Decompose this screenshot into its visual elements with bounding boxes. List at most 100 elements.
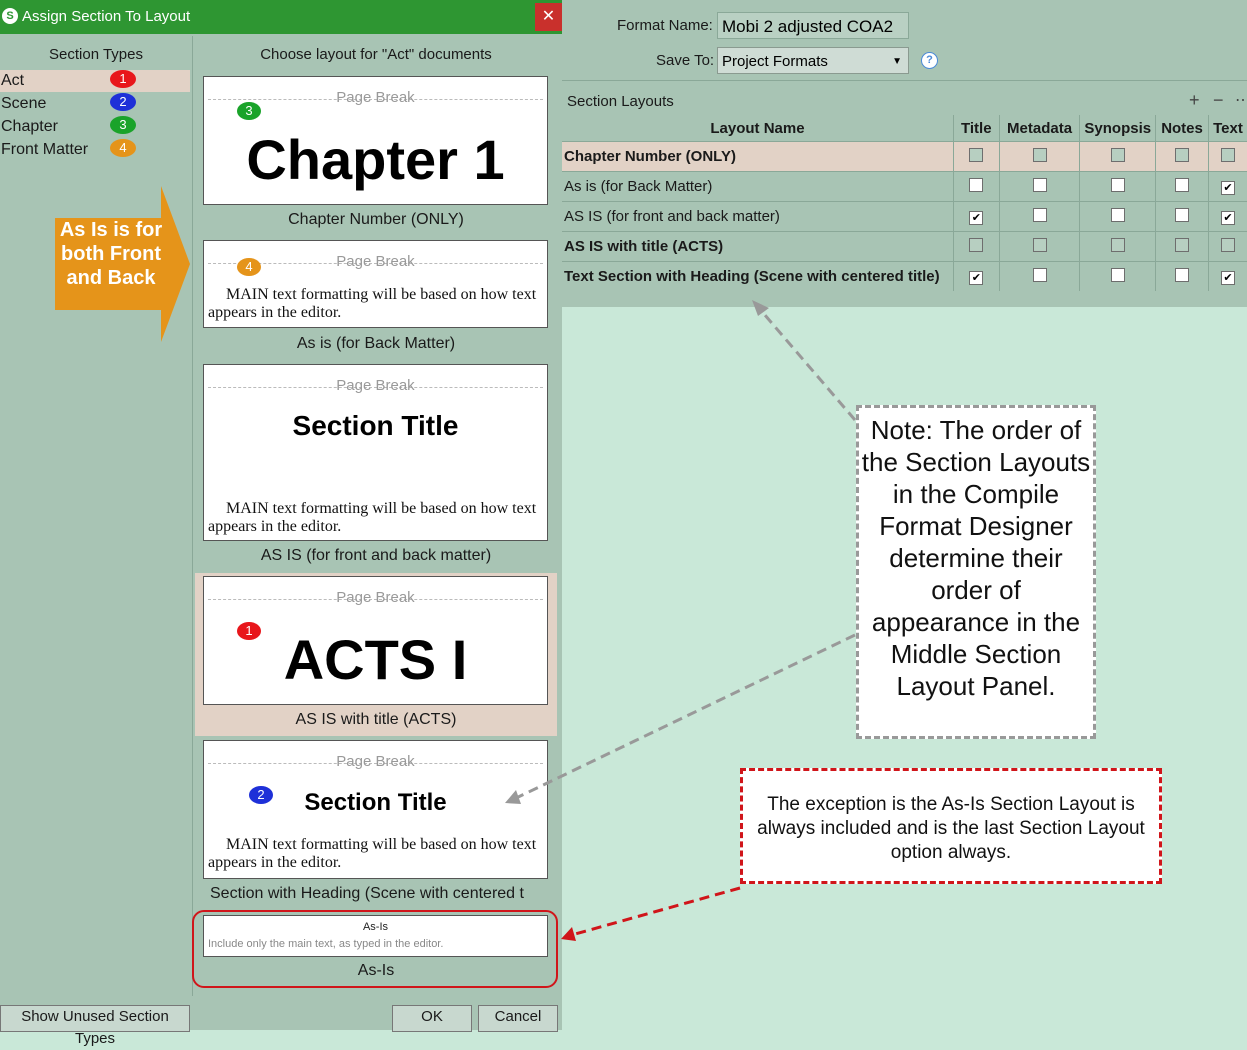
- col-title[interactable]: Title: [953, 115, 1000, 142]
- col-text[interactable]: Text: [1208, 115, 1247, 142]
- section-type-badge: 2: [110, 93, 136, 111]
- checkbox[interactable]: [1032, 177, 1047, 192]
- section-type-label: Chapter: [1, 118, 58, 135]
- col-layout-name[interactable]: Layout Name: [562, 115, 954, 142]
- checkbox-cell: ✔: [1208, 171, 1247, 202]
- checkbox[interactable]: [1032, 207, 1047, 222]
- table-row[interactable]: Text Section with Heading (Scene with ce…: [562, 261, 1247, 291]
- checkbox[interactable]: [1175, 207, 1190, 222]
- more-icon[interactable]: ⋯: [1235, 90, 1247, 110]
- col-synopsis[interactable]: Synopsis: [1079, 115, 1157, 142]
- col-notes[interactable]: Notes: [1155, 115, 1209, 142]
- checkbox[interactable]: [1110, 207, 1125, 222]
- chevron-down-icon: ▼: [892, 56, 902, 67]
- section-type-item[interactable]: Scene 2: [0, 93, 190, 115]
- checkbox-cell: [953, 231, 1000, 262]
- section-title-preview: Section Title: [292, 410, 459, 441]
- help-icon[interactable]: ?: [921, 52, 938, 69]
- arrow-to-as-is: [567, 886, 741, 938]
- checkbox-cell: [1208, 141, 1247, 172]
- show-unused-button[interactable]: Show Unused Section Types: [0, 1005, 190, 1047]
- table-row[interactable]: AS IS (for front and back matter) ✔ ✔: [562, 201, 1247, 232]
- checkbox[interactable]: [969, 177, 984, 192]
- checkbox[interactable]: [969, 237, 984, 252]
- dialog-title: Assign Section To Layout: [22, 8, 191, 25]
- add-icon[interactable]: +: [1189, 90, 1200, 111]
- checkbox[interactable]: [1175, 267, 1190, 282]
- section-layouts-label: Section Layouts: [567, 93, 674, 110]
- page-break-label: Page Break: [336, 753, 415, 770]
- layout-caption-as-is-back: As is (for Back Matter): [296, 335, 456, 352]
- badge-front-matter: 4: [237, 258, 261, 276]
- format-name-input[interactable]: Mobi 2 adjusted COA2: [717, 12, 909, 39]
- section-type-item[interactable]: Front Matter 4: [0, 139, 190, 161]
- arrow-to-table: [756, 306, 857, 421]
- checkbox[interactable]: ✔: [1220, 181, 1235, 195]
- checkbox-cell: [999, 171, 1081, 202]
- checkbox[interactable]: [1032, 267, 1047, 282]
- remove-icon[interactable]: −: [1213, 90, 1224, 111]
- section-type-badge: 1: [110, 70, 136, 88]
- col-metadata[interactable]: Metadata: [999, 115, 1081, 142]
- section-type-item[interactable]: Act 1: [0, 70, 190, 92]
- layout-card-as-is-back[interactable]: Page Break 4 MAIN text formatting will b…: [203, 240, 548, 328]
- checkbox-cell: [953, 171, 1000, 202]
- checkbox-cell: [1079, 231, 1157, 262]
- checkbox-cell: [999, 201, 1081, 232]
- save-to-value: Project Formats: [722, 53, 828, 70]
- checkbox[interactable]: [1032, 237, 1047, 252]
- checkbox-cell: [1155, 261, 1209, 291]
- section-type-badge: 3: [110, 116, 136, 134]
- cancel-button[interactable]: Cancel: [478, 1005, 558, 1032]
- checkbox[interactable]: ✔: [1220, 211, 1235, 225]
- layout-caption-acts: AS IS with title (ACTS): [295, 711, 457, 728]
- table-row[interactable]: Chapter Number (ONLY): [562, 141, 1247, 172]
- acts-preview: ACTS I: [283, 628, 468, 691]
- ok-button[interactable]: OK: [392, 1005, 472, 1032]
- close-button[interactable]: ✕: [535, 3, 562, 31]
- layout-card-chapter-number[interactable]: Page Break 3 Chapter 1: [203, 76, 548, 205]
- checkbox-cell: [999, 231, 1081, 262]
- layout-name-cell: AS IS with title (ACTS): [562, 231, 954, 262]
- checkbox[interactable]: [1110, 177, 1125, 192]
- section-type-label: Act: [1, 72, 25, 89]
- table-row[interactable]: As is (for Back Matter) ✔: [562, 171, 1247, 202]
- layout-caption-section-heading: Section with Heading (Scene with centere…: [210, 885, 524, 902]
- checkbox[interactable]: ✔: [969, 211, 984, 225]
- checkbox[interactable]: [969, 147, 984, 162]
- order-note-callout: Note: The order of the Section Layouts i…: [856, 405, 1096, 739]
- layout-card-as-is-front-back[interactable]: Page Break Section Title MAIN text forma…: [203, 364, 548, 541]
- divider: [562, 80, 1247, 81]
- badge-chapter: 3: [237, 102, 261, 120]
- checkbox[interactable]: [1110, 267, 1125, 282]
- dialog-titlebar: S Assign Section To Layout: [0, 0, 562, 34]
- checkbox-cell: [1208, 231, 1247, 262]
- layout-card-acts[interactable]: Page Break 1 ACTS I: [203, 576, 548, 705]
- section-layouts-table: Layout Name Title Metadata Synopsis Note…: [562, 115, 1247, 291]
- checkbox[interactable]: ✔: [969, 271, 984, 285]
- checkbox[interactable]: [1032, 147, 1047, 162]
- checkbox[interactable]: [1110, 237, 1125, 252]
- save-to-select[interactable]: Project Formats ▼: [717, 47, 909, 74]
- section-type-item[interactable]: Chapter 3: [0, 116, 190, 138]
- checkbox-cell: ✔: [953, 261, 1000, 291]
- format-name-label: Format Name:: [617, 17, 713, 34]
- section-title-preview: Section Title: [304, 789, 447, 816]
- layout-name-cell: Text Section with Heading (Scene with ce…: [562, 261, 954, 291]
- arrow-text: As Is is for both Front and Back: [59, 219, 163, 289]
- checkbox[interactable]: [1110, 147, 1125, 162]
- layout-card-section-heading[interactable]: Page Break 2 Section Title MAIN text for…: [203, 740, 548, 879]
- checkbox-cell: [1079, 201, 1157, 232]
- checkbox[interactable]: [1220, 237, 1235, 252]
- table-row[interactable]: AS IS with title (ACTS): [562, 231, 1247, 262]
- checkbox[interactable]: ✔: [1220, 271, 1235, 285]
- save-to-label: Save To:: [656, 52, 715, 69]
- section-types-panel: [0, 36, 193, 996]
- checkbox[interactable]: [1220, 147, 1235, 162]
- checkbox-cell: [1079, 141, 1157, 172]
- checkbox-cell: [953, 141, 1000, 172]
- checkbox[interactable]: [1175, 147, 1190, 162]
- exception-note-callout: The exception is the As-Is Section Layou…: [740, 768, 1162, 884]
- checkbox[interactable]: [1175, 177, 1190, 192]
- checkbox[interactable]: [1175, 237, 1190, 252]
